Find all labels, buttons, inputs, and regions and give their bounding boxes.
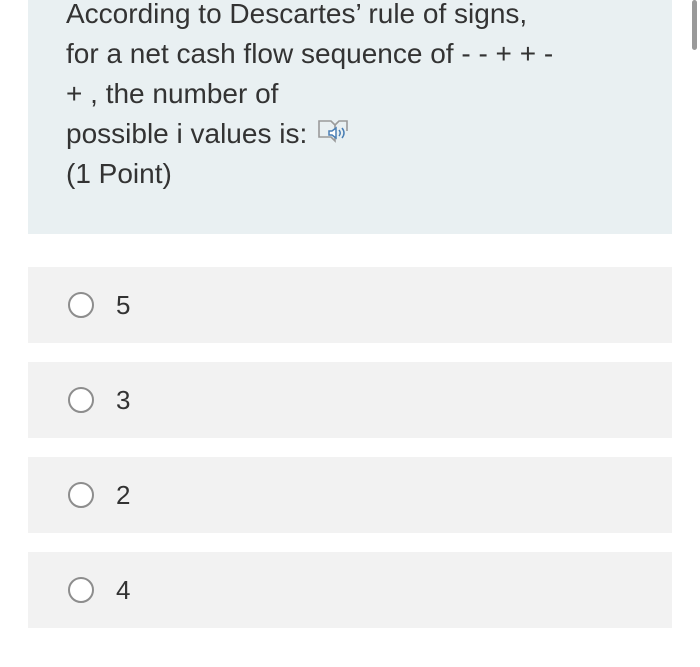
question-card: According to Descartes’ rule of signs, f…: [28, 0, 672, 234]
question-line-1: According to Descartes’ rule of signs,: [66, 0, 528, 29]
option-5[interactable]: 5: [28, 267, 672, 343]
option-4[interactable]: 4: [28, 552, 672, 628]
radio-button[interactable]: [68, 482, 94, 508]
question-line-3: + , the number of: [66, 78, 279, 109]
option-label: 2: [116, 479, 131, 510]
radio-button[interactable]: [68, 292, 94, 318]
question-line-4-text: possible i values is:: [66, 118, 308, 149]
question-line-4: possible i values is:: [66, 114, 642, 154]
option-label: 4: [116, 574, 131, 605]
question-text: According to Descartes’ rule of signs, f…: [66, 0, 642, 194]
option-3[interactable]: 3: [28, 362, 672, 438]
immersive-reader-speaker-icon[interactable]: [317, 117, 353, 147]
option-label: 3: [116, 384, 131, 415]
question-points: (1 Point): [66, 158, 172, 189]
option-2[interactable]: 2: [28, 457, 672, 533]
radio-button[interactable]: [68, 577, 94, 603]
option-label: 5: [116, 289, 131, 320]
form-page: According to Descartes’ rule of signs, f…: [0, 0, 700, 667]
scrollbar[interactable]: [692, 0, 697, 50]
radio-button[interactable]: [68, 387, 94, 413]
question-line-2: for a net cash flow sequence of - - + + …: [66, 38, 554, 69]
